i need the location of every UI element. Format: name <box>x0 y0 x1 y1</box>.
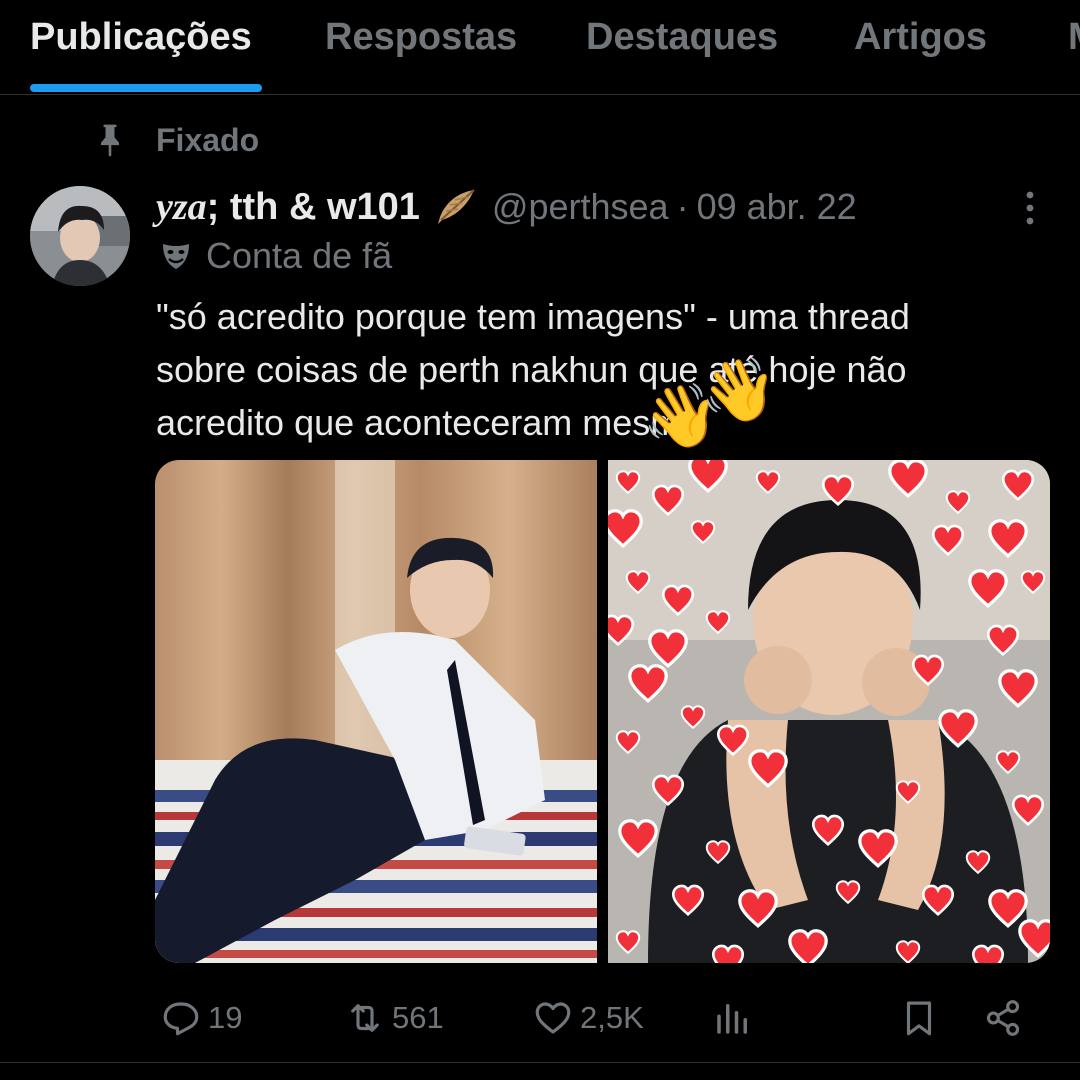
tweet-text-line: sobre coisas de perth nakhun que até hoj… <box>156 349 907 390</box>
tweet-header: yza; tth & w101 @perthsea · 09 abr. 22 <box>156 184 857 230</box>
account-label-text: Conta de fã <box>206 235 393 276</box>
header-separator: · <box>676 186 689 227</box>
reply-icon <box>163 1002 199 1036</box>
pinned-indicator: Fixado <box>94 120 259 160</box>
tab-destaques[interactable]: Destaques <box>586 16 778 59</box>
tab-more[interactable]: M <box>1068 16 1080 59</box>
share-button[interactable] <box>982 994 1030 1042</box>
like-count: 2,5K <box>580 1000 644 1035</box>
tweet-actions: 19 561 2,5K <box>0 990 1080 1046</box>
tweet-media[interactable] <box>155 460 1050 963</box>
heart-icon <box>535 1002 571 1034</box>
tweet-date[interactable]: 09 abr. 22 <box>697 186 857 228</box>
feather-quill-icon <box>437 189 475 224</box>
photo-man-with-hearts[interactable] <box>608 460 1050 963</box>
reply-button[interactable]: 19 <box>160 994 242 1042</box>
author-name[interactable]: yza; tth & w101 <box>156 185 420 229</box>
like-button[interactable]: 2,5K <box>532 994 644 1042</box>
more-options-icon[interactable] <box>1012 188 1048 228</box>
tab-artigos[interactable]: Artigos <box>854 16 987 59</box>
retweet-button[interactable]: 561 <box>344 994 444 1042</box>
tab-respostas[interactable]: Respostas <box>325 16 517 59</box>
views-button[interactable] <box>712 994 760 1042</box>
retweet-count: 561 <box>392 1000 444 1035</box>
theater-masks-icon <box>163 244 189 269</box>
tab-publicacoes[interactable]: Publicações <box>30 16 252 59</box>
retweet-icon <box>351 1004 379 1032</box>
tweet-text-line: "só acredito porque tem imagens" - uma t… <box>156 296 910 337</box>
avatar[interactable] <box>30 186 130 286</box>
active-tab-indicator <box>30 84 262 92</box>
waving-hand-emoji: 👋 <box>700 356 778 425</box>
tweet-divider <box>0 1062 1080 1063</box>
author-handle[interactable]: @perthsea <box>492 186 669 228</box>
pinned-label: Fixado <box>156 122 260 158</box>
pin-icon <box>101 124 119 157</box>
reply-count: 19 <box>208 1000 243 1035</box>
bookmark-button[interactable] <box>898 994 946 1042</box>
share-icon <box>986 1000 1020 1036</box>
tweet-text: "só acredito porque tem imagens" - uma t… <box>156 290 1056 449</box>
bookmark-icon <box>906 1001 932 1036</box>
tweet-text-line: acredito que aconteceram mesmo <box>156 402 701 443</box>
photo-man-in-shirt-and-tie[interactable] <box>155 460 597 963</box>
profile-tabs: Publicações Respostas Destaques Artigos … <box>0 0 1080 95</box>
account-label: Conta de fã <box>160 234 392 278</box>
views-bar-icon <box>717 1004 747 1034</box>
